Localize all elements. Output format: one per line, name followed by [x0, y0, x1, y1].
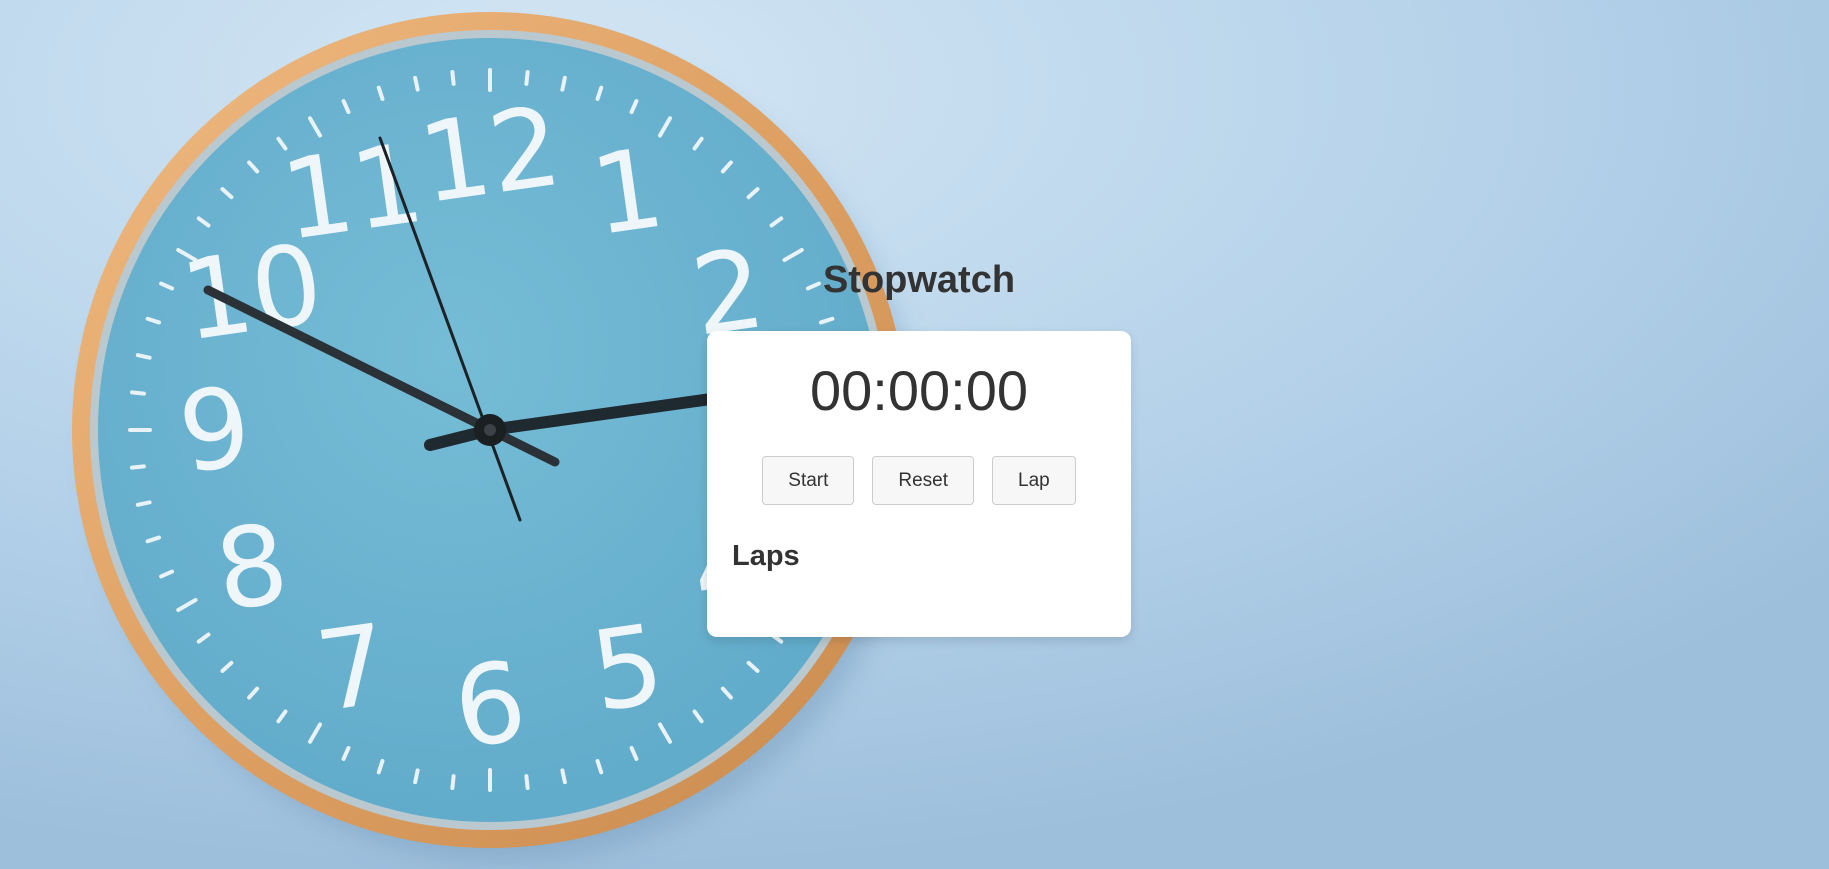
page-title: Stopwatch [822, 259, 1016, 301]
clock-numeral: 12 [412, 82, 568, 228]
start-button[interactable]: Start [762, 456, 855, 505]
stopwatch-controls: Start Reset Lap [707, 456, 1131, 505]
laps-heading: Laps [732, 540, 800, 572]
reset-button[interactable]: Reset [872, 456, 975, 505]
lap-button[interactable]: Lap [992, 456, 1076, 505]
stopwatch-card: 00:00:00 Start Reset Lap Laps [707, 331, 1131, 637]
time-display: 00:00:00 [810, 359, 1028, 422]
clock-numeral: 11 [274, 119, 430, 265]
stopwatch-app: Stopwatch 00:00:00 Start Reset Lap Laps [707, 0, 1131, 869]
